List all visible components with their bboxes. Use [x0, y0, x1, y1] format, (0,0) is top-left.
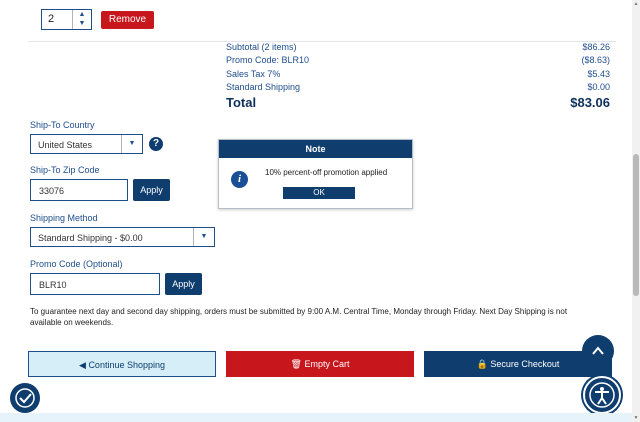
arrow-left-circle-icon: ◀ — [79, 360, 86, 370]
promo-label: Promo Code (Optional) — [30, 259, 123, 269]
country-select[interactable]: United States ▼ — [30, 134, 143, 154]
empty-cart-button[interactable]: 🗑 Empty Cart — [226, 351, 414, 377]
summary-label: Subtotal (2 items) — [226, 42, 297, 52]
country-label: Ship-To Country — [30, 120, 95, 130]
scroll-to-top-button[interactable] — [582, 335, 614, 367]
zip-value: 33076 — [39, 186, 65, 196]
chevron-up-icon[interactable]: ▲ — [73, 10, 91, 19]
chevron-up-icon — [592, 346, 604, 355]
summary-row-promo: Promo Code: BLR10 ($8.63) — [226, 55, 610, 68]
total-value: $83.06 — [570, 95, 610, 110]
promo-input[interactable]: BLR10 — [30, 273, 160, 295]
country-value: United States — [38, 140, 93, 150]
scrollbar-thumb[interactable] — [633, 154, 639, 296]
zip-apply-button[interactable]: Apply — [133, 179, 170, 201]
trash-icon: 🗑 — [290, 359, 302, 369]
summary-value: $5.43 — [587, 69, 610, 79]
accessibility-button[interactable] — [583, 376, 621, 414]
total-label: Total — [226, 95, 257, 110]
shipping-method-select[interactable]: Standard Shipping - $0.00 ▼ — [30, 227, 215, 247]
chevron-down-icon: ▼ — [121, 135, 142, 153]
summary-row-shipping: Standard Shipping $0.00 — [226, 82, 610, 95]
scroll-up-arrow-icon[interactable]: ▲ — [632, 0, 640, 8]
continue-shopping-label: Continue Shopping — [88, 360, 165, 370]
chevron-down-icon: ▼ — [193, 228, 214, 246]
summary-value: $0.00 — [587, 82, 610, 92]
lock-icon: 🔒 — [476, 359, 488, 369]
summary-label: Sales Tax 7% — [226, 69, 281, 79]
accessibility-widget-button[interactable] — [10, 383, 40, 413]
note-message: 10% percent-off promotion applied — [265, 168, 388, 177]
scroll-down-arrow-icon[interactable]: ▼ — [632, 414, 640, 422]
summary-value: ($8.63) — [581, 55, 610, 65]
chevron-down-icon[interactable]: ▼ — [73, 19, 91, 28]
info-icon: i — [231, 171, 248, 188]
shipping-method-value: Standard Shipping - $0.00 — [38, 233, 143, 243]
remove-button[interactable]: Remove — [101, 11, 154, 29]
shipping-info-text: To guarantee next day and second day shi… — [30, 307, 568, 327]
summary-label: Standard Shipping — [226, 82, 301, 92]
zip-input[interactable]: 33076 — [30, 179, 128, 201]
accessibility-icon — [589, 382, 615, 408]
quantity-value: 2 — [48, 13, 55, 25]
shipping-method-label: Shipping Method — [30, 213, 98, 223]
summary-label: Promo Code: BLR10 — [226, 55, 310, 65]
ok-button[interactable]: OK — [283, 187, 355, 199]
help-icon[interactable]: ? — [149, 137, 163, 151]
summary-value: $86.26 — [582, 42, 610, 52]
summary-row-total: Total $83.06 — [226, 95, 610, 111]
summary-row-tax: Sales Tax 7% $5.43 — [226, 69, 610, 82]
secure-checkout-label: Secure Checkout — [490, 359, 560, 369]
quantity-stepper[interactable]: 2 ▲ ▼ — [41, 9, 92, 30]
empty-cart-label: Empty Cart — [304, 359, 350, 369]
summary-row-subtotal: Subtotal (2 items) $86.26 — [226, 42, 610, 55]
accessibility-check-icon — [15, 388, 35, 408]
promo-apply-button[interactable]: Apply — [165, 273, 202, 295]
note-title: Note — [219, 140, 412, 158]
note-dialog: Note i 10% percent-off promotion applied… — [218, 139, 413, 209]
quantity-spinner[interactable]: ▲ ▼ — [72, 10, 91, 29]
continue-shopping-button[interactable]: ◀ Continue Shopping — [28, 351, 216, 377]
zip-label: Ship-To Zip Code — [30, 165, 100, 175]
promo-value: BLR10 — [39, 280, 67, 290]
footer-band — [0, 413, 632, 422]
